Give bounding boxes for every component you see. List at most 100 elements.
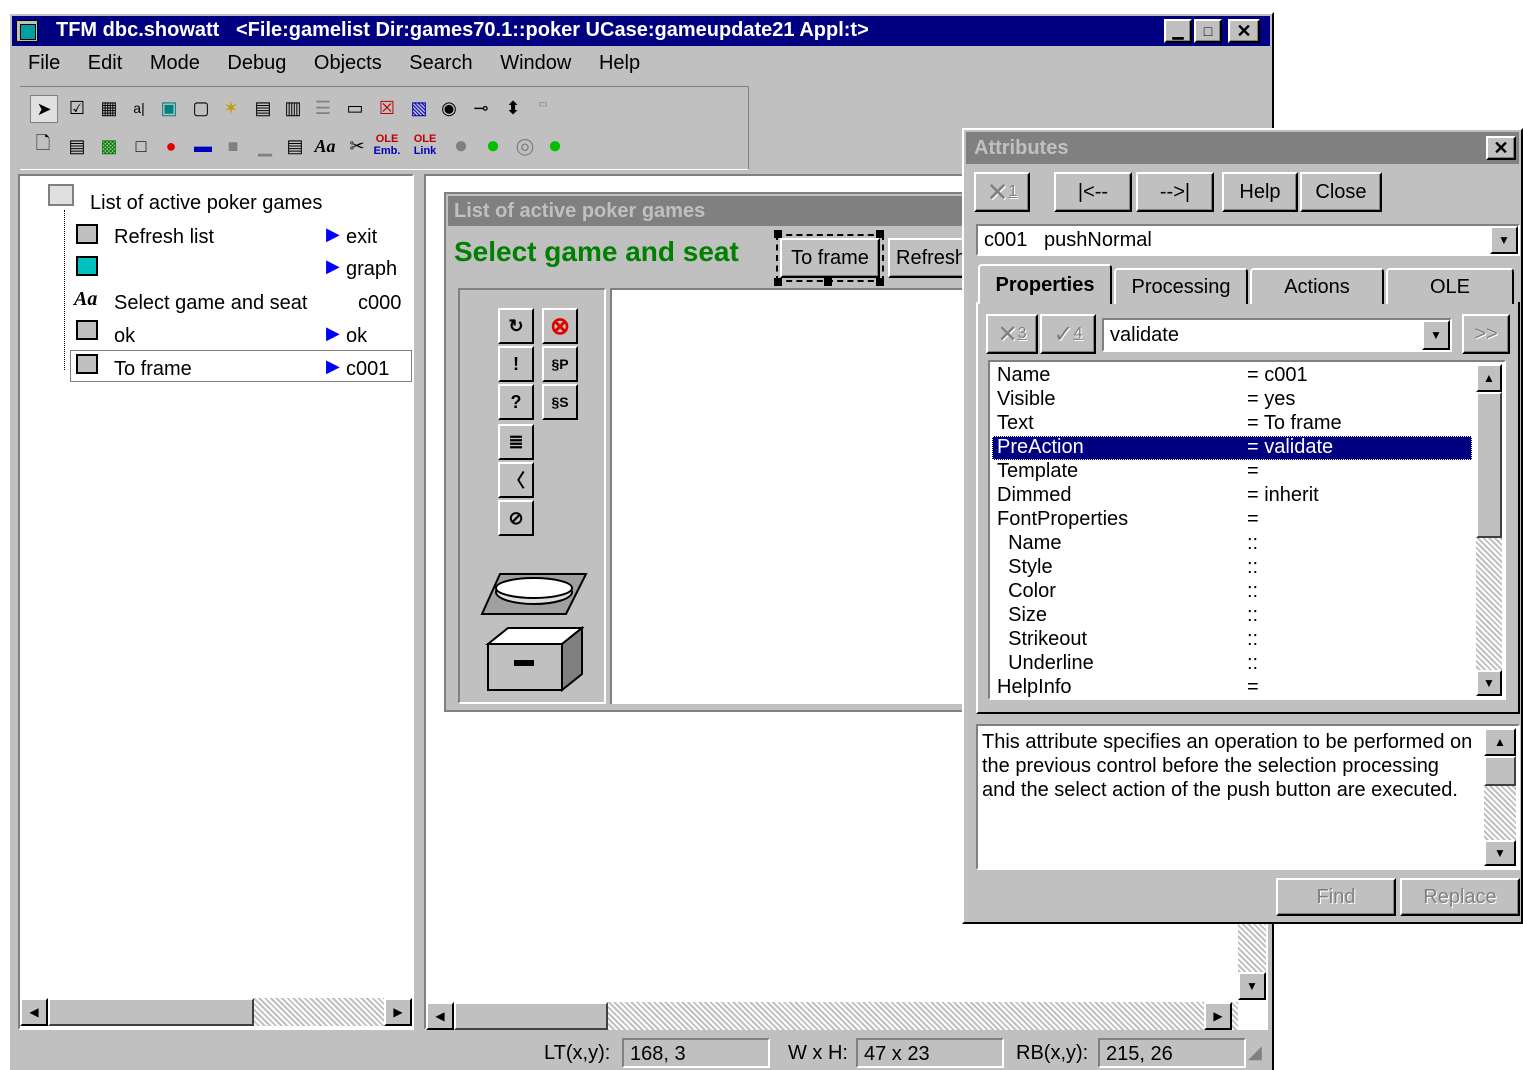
list-icon[interactable]: ≣ [498, 424, 534, 460]
attributes-check4-button[interactable]: ✓ 4 [1040, 314, 1096, 354]
radio-tool-icon[interactable]: ◉ [436, 95, 462, 121]
tree-item-select-label[interactable]: Select game and seat [114, 292, 307, 315]
property-row[interactable]: Color:: [997, 580, 1472, 604]
tree-item-toframe-label[interactable]: To frame [114, 358, 192, 381]
tab-processing[interactable]: Processing [1114, 268, 1248, 304]
tree-scroll-left-button[interactable]: ◀ [20, 998, 48, 1026]
underscore-tool-icon[interactable]: ▁ [252, 133, 278, 159]
close-button[interactable]: ✕ [1228, 19, 1260, 43]
menu-help[interactable]: Help [599, 52, 640, 74]
help-tool-icon[interactable]: ● [542, 132, 568, 159]
form-tool-icon[interactable]: ▤ [282, 133, 308, 159]
property-row[interactable]: Dimmed = inherit [997, 484, 1472, 508]
tree-item-ok-label[interactable]: ok [114, 325, 135, 348]
tree-tool-icon[interactable]: ▣ [156, 95, 182, 121]
maximize-button[interactable]: □ [1194, 19, 1222, 43]
property-scroll-down-button[interactable]: ▼ [1476, 670, 1502, 696]
bar-tool-icon[interactable]: ▬ [190, 133, 216, 159]
picture-tool-icon[interactable]: ▩ [96, 133, 122, 159]
menu-objects[interactable]: Objects [314, 52, 382, 74]
spin-tool-icon[interactable]: ⬍ [500, 95, 526, 121]
page-tool-icon[interactable]: 🗋 [30, 133, 56, 159]
property-scroll-up-button[interactable]: ▲ [1476, 364, 1502, 392]
film-tool-icon[interactable]: ▤ [64, 133, 90, 159]
description-scroll-up-button[interactable]: ▲ [1484, 728, 1516, 756]
menu-debug[interactable]: Debug [227, 52, 286, 74]
menu-window[interactable]: Window [500, 52, 571, 74]
action-select-dropdown-button[interactable]: ▼ [1422, 320, 1450, 350]
ole-link-tool-icon[interactable]: OLE Link [410, 129, 440, 161]
slider-tool-icon[interactable]: ⊸ [468, 95, 494, 121]
menu-edit[interactable]: Edit [88, 52, 122, 74]
tree-root-label[interactable]: List of active poker games [90, 192, 322, 215]
find-button[interactable]: Find [1276, 878, 1396, 916]
property-row[interactable]: Visible = yes [997, 388, 1472, 412]
ss-icon[interactable]: §S [542, 384, 578, 420]
property-row[interactable]: Text = To frame [997, 412, 1472, 436]
checkbutton-tool-icon[interactable]: ☒ [374, 95, 400, 121]
back-icon[interactable]: 〈 [498, 462, 534, 498]
preview-to-frame-button[interactable]: To frame [776, 234, 884, 282]
tfm-tool-icon[interactable]: ● [158, 133, 184, 159]
settings-tool-icon[interactable]: ◎ [512, 133, 538, 159]
property-row[interactable]: Template = [997, 460, 1472, 484]
attributes-x1-button[interactable]: ✕ 1 [974, 172, 1030, 212]
tree-hscroll-thumb[interactable] [48, 998, 254, 1026]
tab-properties[interactable]: Properties [978, 264, 1112, 304]
object-select-dropdown-button[interactable]: ▼ [1490, 226, 1518, 254]
property-row[interactable]: Name:: [997, 532, 1472, 556]
table2-tool-icon[interactable]: ▥ [280, 95, 306, 121]
sp-icon[interactable]: §P [542, 346, 578, 382]
menu-file[interactable]: File [28, 52, 60, 74]
rect-tool-icon[interactable]: □ [128, 133, 154, 159]
grid-tool-icon[interactable]: ▦ [96, 95, 122, 121]
info-icon[interactable]: ! [498, 346, 534, 382]
attributes-help-button[interactable]: Help [1222, 172, 1298, 212]
tab-ole[interactable]: OLE [1386, 268, 1514, 304]
design-scroll-right-button[interactable]: ▶ [1204, 1002, 1232, 1030]
list-tool-icon[interactable]: ☰ [310, 95, 336, 121]
attributes-x3-button[interactable]: ✕ 3 [986, 314, 1038, 354]
tree-item-refresh-label[interactable]: Refresh list [114, 226, 214, 249]
font-tool-icon[interactable]: Aa [312, 133, 338, 159]
no-entry-icon[interactable]: ⊘ [498, 500, 534, 536]
image-tool-icon[interactable]: ▧ [406, 95, 432, 121]
ole-emb-tool-icon[interactable]: OLE Emb. [372, 129, 402, 161]
circle-tool-icon[interactable]: ● [448, 132, 474, 159]
object-select[interactable]: c001 pushNormal ▼ [976, 224, 1520, 256]
property-row[interactable]: Underline:: [997, 652, 1472, 676]
magic-tool-icon[interactable]: ✶ [218, 95, 244, 121]
checkbox-tool-icon[interactable]: ☑ [64, 95, 90, 121]
cut-tool-icon[interactable]: ✂ [344, 133, 370, 159]
property-row[interactable]: Strikeout:: [997, 628, 1472, 652]
tree-scroll-right-button[interactable]: ▶ [384, 998, 412, 1026]
property-row[interactable]: HelpInfo = [997, 676, 1472, 700]
label-tool-icon[interactable]: a| [126, 95, 152, 121]
description-scroll-down-button[interactable]: ▼ [1484, 840, 1516, 866]
cancel-icon[interactable]: ⊗ [542, 308, 578, 344]
frame-tool-icon[interactable]: ▢ [188, 95, 214, 121]
attributes-first-button[interactable]: |<-- [1054, 172, 1132, 212]
pointer-tool-icon[interactable]: ➤ [30, 95, 58, 123]
attributes-title-bar[interactable]: Attributes ✕ [966, 132, 1519, 164]
attributes-close-button[interactable]: ✕ [1486, 136, 1516, 160]
menu-mode[interactable]: Mode [150, 52, 200, 74]
main-title-bar[interactable]: TFM dbc.showatt <File:gamelist Dir:games… [12, 16, 1270, 46]
property-row[interactable]: FontProperties = [997, 508, 1472, 532]
tab-actions[interactable]: Actions [1250, 268, 1384, 304]
preview-list-area[interactable] [610, 288, 1000, 704]
resize-grip-icon[interactable]: ◢ [1248, 1042, 1262, 1063]
attributes-more-button[interactable]: >> [1462, 314, 1510, 354]
design-scroll-down-button[interactable]: ▼ [1238, 972, 1266, 1000]
property-vscroll-thumb[interactable] [1476, 392, 1502, 538]
info-tool-icon[interactable]: ● [480, 132, 506, 159]
design-scroll-left-button[interactable]: ◀ [426, 1002, 454, 1030]
ruler-tool-icon[interactable]: ▭ [530, 91, 556, 117]
gray-block-tool-icon[interactable]: ■ [220, 133, 246, 159]
action-select[interactable]: validate ▼ [1102, 318, 1452, 352]
menu-search[interactable]: Search [409, 52, 472, 74]
description-vscroll-thumb[interactable] [1484, 756, 1516, 786]
design-hscroll-thumb[interactable] [454, 1002, 608, 1030]
replace-button[interactable]: Replace [1400, 878, 1520, 916]
attributes-last-button[interactable]: -->| [1136, 172, 1214, 212]
